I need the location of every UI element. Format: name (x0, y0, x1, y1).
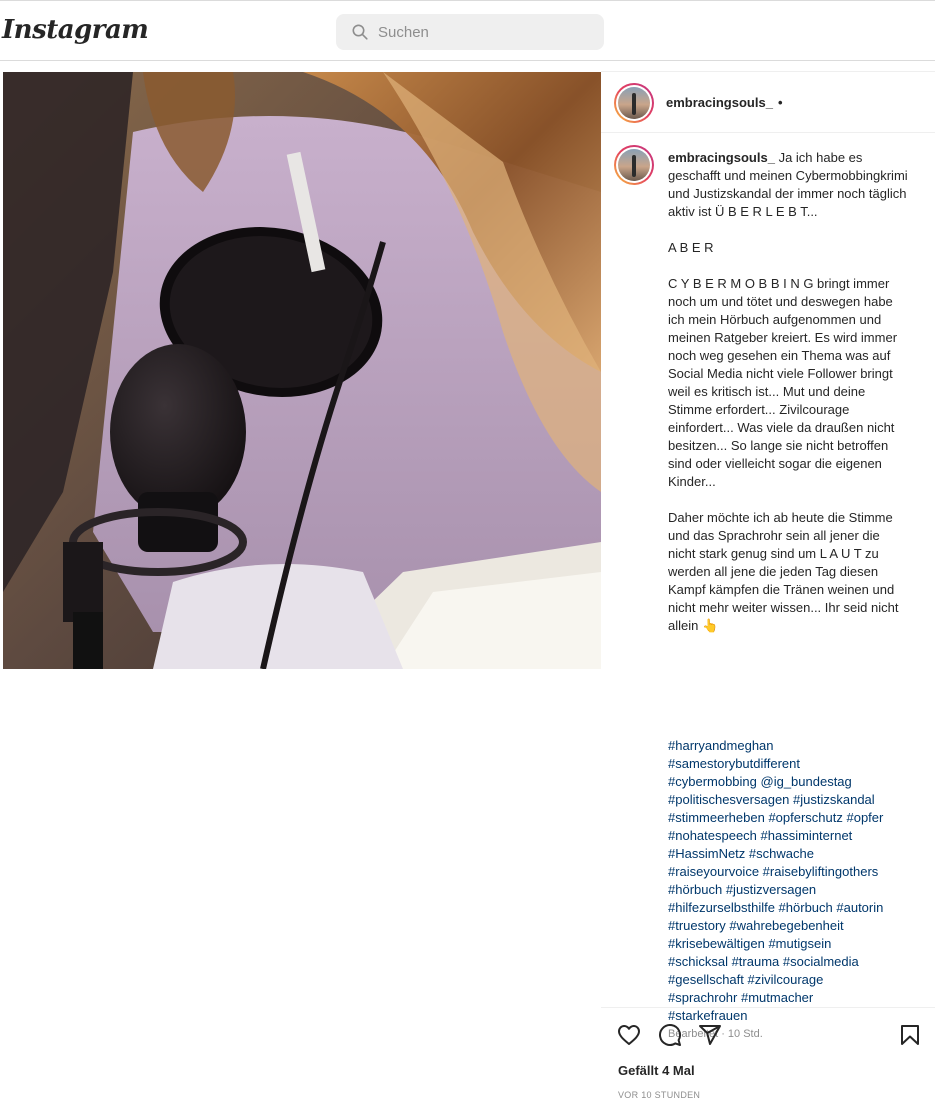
caption-section: embracingsouls_ Ja ich habe es geschafft… (601, 133, 935, 1040)
post-time[interactable]: VOR 10 STUNDEN (618, 1090, 700, 1100)
hashtag-line[interactable]: #stimmeerheben #opferschutz #opfer (668, 809, 918, 827)
search-box[interactable] (336, 14, 604, 50)
hashtag-line[interactable]: #nohatespeech #hassiminternet (668, 827, 918, 845)
caption-text: Ja ich habe es geschafft und meinen Cybe… (668, 150, 908, 633)
hashtag-line[interactable]: #truestory #wahrebegebenheit (668, 917, 918, 935)
photo-illustration (3, 72, 601, 669)
separator-dot: • (778, 95, 783, 110)
search-icon (352, 24, 368, 40)
hashtag-line[interactable]: #politischesversagen #justizskandal (668, 791, 918, 809)
hashtag-line[interactable]: #krisebewältigen #mutigsein (668, 935, 918, 953)
hashtag-line[interactable]: #samestorybutdifferent (668, 755, 918, 773)
post-side-panel: embracingsouls_ • embracingsouls_ Ja ich… (601, 71, 935, 1112)
post-actions: Gefällt 4 Mal VOR 10 STUNDEN (601, 1007, 935, 1112)
likes-count[interactable]: Gefällt 4 Mal (618, 1063, 695, 1078)
hashtag-line[interactable]: #cybermobbing @ig_bundestag (668, 773, 918, 791)
hashtag-line[interactable]: #raiseyourvoice #raisebyliftingothers (668, 863, 918, 881)
caption-body: embracingsouls_ Ja ich habe es geschafft… (668, 149, 910, 635)
author-avatar[interactable] (614, 83, 654, 123)
caption-avatar[interactable] (614, 145, 654, 185)
post-photo[interactable] (3, 72, 601, 669)
bookmark-icon[interactable] (898, 1023, 922, 1047)
top-navigation-bar: Instagram (0, 0, 935, 61)
search-input[interactable] (378, 20, 588, 44)
hashtag-line[interactable]: #harryandmeghan (668, 737, 918, 755)
instagram-logo[interactable]: Instagram (2, 15, 149, 45)
comment-icon[interactable] (658, 1023, 682, 1047)
post-header: embracingsouls_ • (601, 72, 935, 133)
author-username[interactable]: embracingsouls_ (666, 95, 773, 110)
hashtag-list: #harryandmeghan #samestorybutdifferent #… (668, 737, 918, 1025)
hashtag-line[interactable]: #gesellschaft #zivilcourage (668, 971, 918, 989)
heart-icon[interactable] (617, 1023, 641, 1047)
share-icon[interactable] (698, 1023, 722, 1047)
hashtag-line[interactable]: #HassimNetz #schwache (668, 845, 918, 863)
caption-username[interactable]: embracingsouls_ (668, 150, 775, 165)
hashtag-line[interactable]: #schicksal #trauma #socialmedia (668, 953, 918, 971)
hashtag-line[interactable]: #hörbuch #justizversagen (668, 881, 918, 899)
hashtag-line[interactable]: #sprachrohr #mutmacher (668, 989, 918, 1007)
hashtag-line[interactable]: #hilfezurselbsthilfe #hörbuch #autorin (668, 899, 918, 917)
